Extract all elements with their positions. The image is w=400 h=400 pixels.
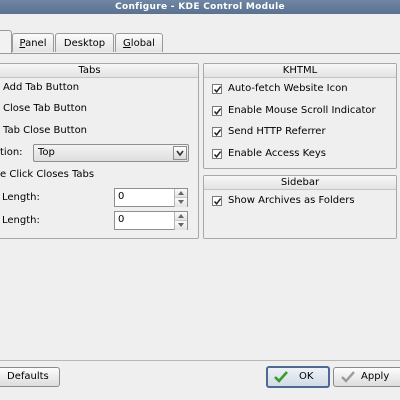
tab-desktop[interactable]: Desktop bbox=[55, 33, 114, 52]
auto-fetch-icon-label[interactable]: Auto-fetch Website Icon bbox=[228, 82, 348, 96]
send-http-referrer-checkbox[interactable] bbox=[212, 127, 222, 137]
spin-up-icon[interactable] bbox=[174, 189, 187, 198]
spin-up-icon[interactable] bbox=[174, 212, 187, 221]
auto-fetch-icon-checkbox[interactable] bbox=[212, 84, 222, 94]
length-spinbox-1[interactable]: 0 bbox=[114, 188, 188, 207]
length-label-2: Length: bbox=[2, 215, 40, 226]
position-select[interactable]: Top bbox=[33, 144, 189, 162]
apply-button[interactable]: Apply bbox=[333, 367, 400, 387]
apply-button-label: Apply bbox=[361, 371, 390, 382]
spin-down-icon[interactable] bbox=[174, 198, 187, 207]
tab-general[interactable] bbox=[0, 30, 12, 53]
spin-down-icon[interactable] bbox=[174, 221, 187, 230]
tab-close-button-option[interactable]: Tab Close Button bbox=[3, 124, 87, 138]
khtml-group-title: KHTML bbox=[204, 64, 396, 78]
chevron-down-icon[interactable] bbox=[173, 146, 187, 160]
tab-panel-label: anel bbox=[25, 38, 47, 49]
tab-bar: Panel Desktop Global bbox=[0, 30, 400, 54]
sidebar-group-title: Sidebar bbox=[204, 176, 396, 190]
length-value-1: 0 bbox=[118, 191, 125, 202]
mouse-scroll-indicator-checkbox[interactable] bbox=[212, 106, 222, 116]
send-http-referrer-label[interactable]: Send HTTP Referrer bbox=[228, 125, 326, 139]
close-tab-button-option[interactable]: Close Tab Button bbox=[3, 102, 87, 116]
tab-global[interactable]: Global bbox=[115, 33, 163, 52]
window-title: Configure - KDE Control Module bbox=[0, 0, 400, 14]
length-label-1: Length: bbox=[2, 192, 40, 203]
tab-global-label: lobal bbox=[130, 38, 155, 49]
length-spinbox-2[interactable]: 0 bbox=[114, 211, 188, 230]
tab-underline bbox=[0, 53, 400, 54]
access-keys-label[interactable]: Enable Access Keys bbox=[228, 147, 326, 161]
access-keys-checkbox[interactable] bbox=[212, 149, 222, 159]
mouse-scroll-indicator-label[interactable]: Enable Mouse Scroll Indicator bbox=[228, 104, 376, 118]
add-tab-button-option[interactable]: Add Tab Button bbox=[3, 81, 79, 95]
defaults-button[interactable]: Defaults bbox=[0, 367, 60, 387]
ok-button-label: OK bbox=[299, 371, 314, 382]
middle-click-closes-tabs-option[interactable]: e Click Closes Tabs bbox=[0, 168, 94, 182]
show-archives-checkbox[interactable] bbox=[212, 196, 222, 206]
position-label: tion: bbox=[0, 147, 23, 158]
tab-panel[interactable]: Panel bbox=[12, 33, 54, 52]
checkmark-icon bbox=[340, 370, 356, 391]
defaults-button-label: Defaults bbox=[7, 371, 49, 382]
position-value: Top bbox=[38, 147, 55, 158]
tabs-group-title: Tabs bbox=[0, 64, 198, 78]
length-value-2: 0 bbox=[118, 214, 125, 225]
show-archives-label[interactable]: Show Archives as Folders bbox=[228, 194, 355, 208]
ok-button[interactable]: OK bbox=[266, 366, 330, 388]
checkmark-icon bbox=[273, 370, 289, 391]
button-separator bbox=[0, 360, 400, 361]
